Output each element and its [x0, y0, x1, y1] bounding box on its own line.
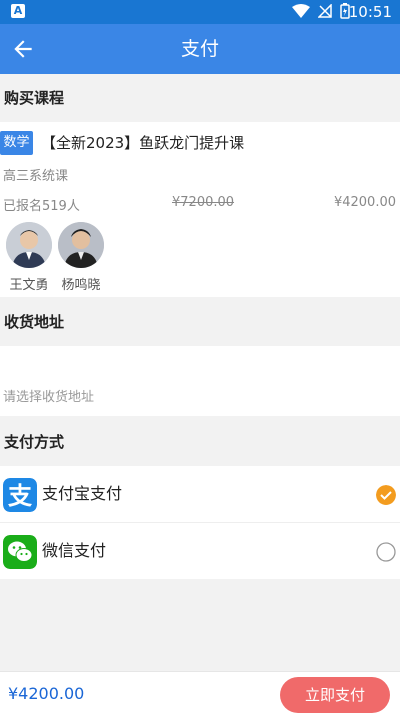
section-address-heading: 收货地址 [0, 298, 400, 346]
svg-text:支: 支 [8, 482, 33, 510]
status-bar: A 10:51 [0, 0, 400, 24]
wifi-icon [292, 4, 310, 18]
wechat-icon [3, 535, 37, 569]
course-title: 【全新2023】鱼跃龙门提升课 [41, 134, 245, 152]
notification-app-icon: A [11, 4, 25, 18]
bottom-bar: ¥4200.00 立即支付 [0, 671, 400, 713]
teacher-item[interactable]: 王文勇 [4, 222, 54, 293]
teacher-name: 王文勇 [9, 278, 49, 293]
address-selector[interactable]: 请选择收货地址 [0, 346, 400, 416]
course-card[interactable]: 数学 【全新2023】鱼跃龙门提升课 高三系统课 已报名519人 ¥7200.0… [0, 122, 400, 297]
status-icons [292, 3, 350, 19]
course-subtitle: 高三系统课 [3, 169, 69, 184]
subject-tag: 数学 [0, 131, 33, 155]
section-payment-heading: 支付方式 [0, 418, 400, 466]
radio-checked-icon[interactable] [376, 485, 396, 505]
teacher-name: 杨鸣晓 [61, 278, 101, 293]
total-price: ¥4200.00 [8, 684, 85, 703]
clock: 10:51 [348, 3, 392, 21]
teacher-item[interactable]: 杨鸣晓 [56, 222, 106, 293]
avatar [58, 222, 104, 268]
payment-option-wechat[interactable]: 微信支付 [0, 523, 400, 579]
alipay-icon: 支 [3, 478, 37, 512]
pay-now-button[interactable]: 立即支付 [280, 677, 390, 713]
no-signal-icon [318, 4, 332, 18]
course-price: ¥4200.00 [333, 195, 396, 210]
payment-option-alipay[interactable]: 支 支付宝支付 [0, 466, 400, 522]
original-price: ¥7200.00 [172, 195, 235, 210]
payment-label: 微信支付 [42, 541, 107, 560]
address-placeholder: 请选择收货地址 [3, 390, 95, 405]
app-bar: 支付 [0, 24, 400, 74]
enrolled-count: 已报名519人 [3, 199, 80, 214]
section-course-heading: 购买课程 [0, 74, 400, 122]
avatar [6, 222, 52, 268]
payment-label: 支付宝支付 [42, 484, 123, 503]
radio-unchecked-icon[interactable] [376, 542, 396, 562]
page-title: 支付 [180, 38, 219, 60]
